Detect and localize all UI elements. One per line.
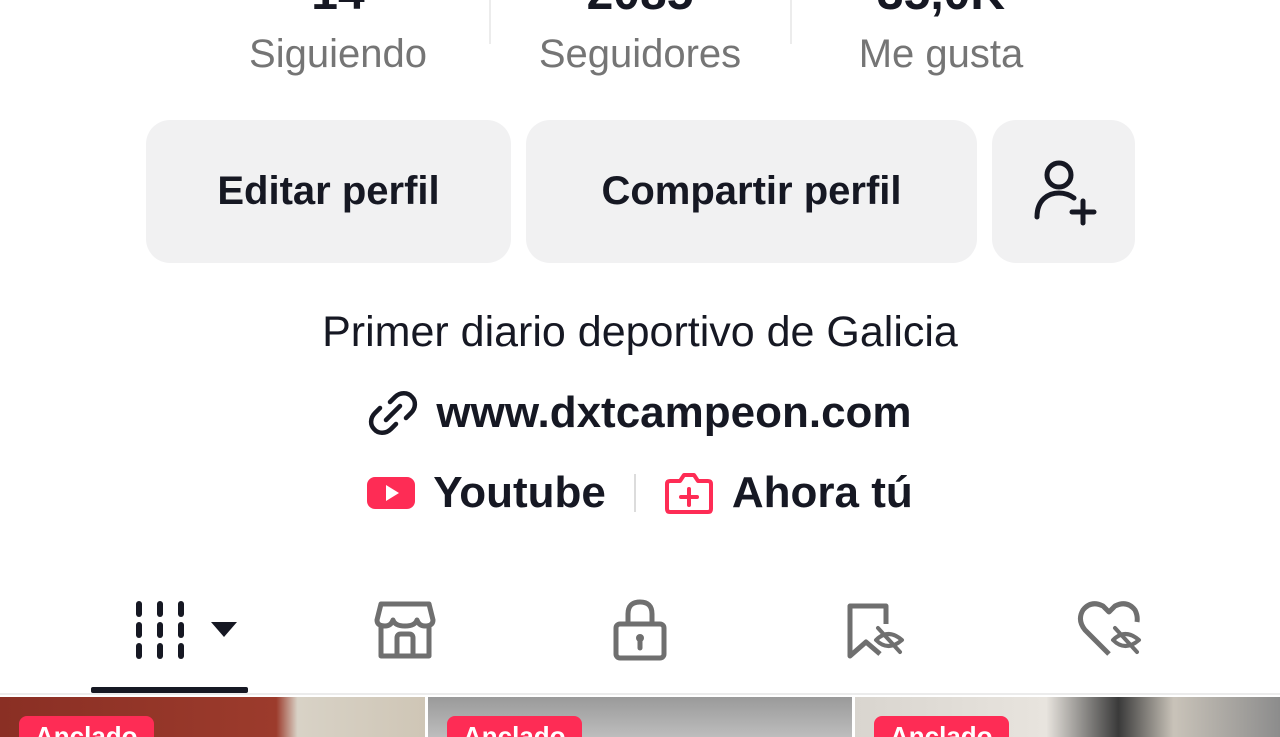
- ahora-tu-label: Ahora tú: [731, 468, 913, 517]
- social-links: Youtube Ahora tú: [0, 468, 1280, 518]
- share-profile-label: Compartir perfil: [601, 169, 902, 213]
- person-plus-icon: [1034, 160, 1096, 225]
- video-thumbnail[interactable]: Anclado: [0, 697, 425, 737]
- pinned-badge: Anclado: [874, 716, 1009, 737]
- youtube-label: Youtube: [433, 468, 606, 517]
- bio-link-text: www.dxtcampeon.com: [436, 388, 912, 437]
- stat-following-label: Siguiendo: [249, 32, 427, 76]
- stat-followers[interactable]: 2085 Seguidores: [510, 0, 770, 90]
- chevron-down-icon: [210, 622, 237, 637]
- pinned-badge: Anclado: [447, 716, 582, 737]
- edit-profile-label: Editar perfil: [217, 169, 440, 213]
- lock-icon: [613, 599, 667, 661]
- storefront-icon: [374, 601, 436, 659]
- stat-followers-count: 2085: [510, 0, 770, 18]
- stat-likes-label: Me gusta: [858, 32, 1024, 76]
- add-friend-button[interactable]: [992, 120, 1135, 263]
- stat-following-count: 14: [208, 0, 468, 18]
- youtube-link[interactable]: Youtube: [367, 468, 606, 518]
- share-profile-button[interactable]: Compartir perfil: [526, 120, 977, 263]
- youtube-icon: [367, 477, 416, 509]
- add-camera-icon: [664, 473, 713, 514]
- stat-divider: [489, 0, 491, 44]
- heart-hidden-icon: [1077, 601, 1141, 656]
- stat-following[interactable]: 14 Siguiendo: [208, 0, 468, 90]
- bio-link[interactable]: www.dxtcampeon.com: [0, 388, 1280, 438]
- link-icon: [369, 391, 418, 435]
- video-thumbnail[interactable]: Anclado: [428, 697, 852, 737]
- pinned-badge: Anclado: [19, 716, 154, 737]
- tab-saved[interactable]: [815, 590, 935, 670]
- tab-private[interactable]: [580, 590, 700, 670]
- tab-videos[interactable]: [91, 590, 248, 670]
- stat-divider: [790, 0, 792, 44]
- stat-likes-count: 35,0K: [811, 0, 1071, 18]
- edit-profile-button[interactable]: Editar perfil: [146, 120, 511, 263]
- stat-followers-label: Seguidores: [538, 32, 742, 76]
- tab-liked[interactable]: [1050, 590, 1170, 670]
- ahora-tu-link[interactable]: Ahora tú: [664, 468, 913, 518]
- profile-bio: Primer diario deportivo de Galicia: [322, 308, 958, 356]
- video-thumbnail[interactable]: Anclado: [855, 697, 1280, 737]
- stat-likes[interactable]: 35,0K Me gusta: [811, 0, 1071, 90]
- bookmark-hidden-icon: [847, 603, 904, 659]
- tab-shop[interactable]: [345, 590, 465, 670]
- social-separator: [633, 474, 636, 512]
- tabs-divider: [0, 693, 1280, 695]
- grid-icon: [135, 601, 184, 659]
